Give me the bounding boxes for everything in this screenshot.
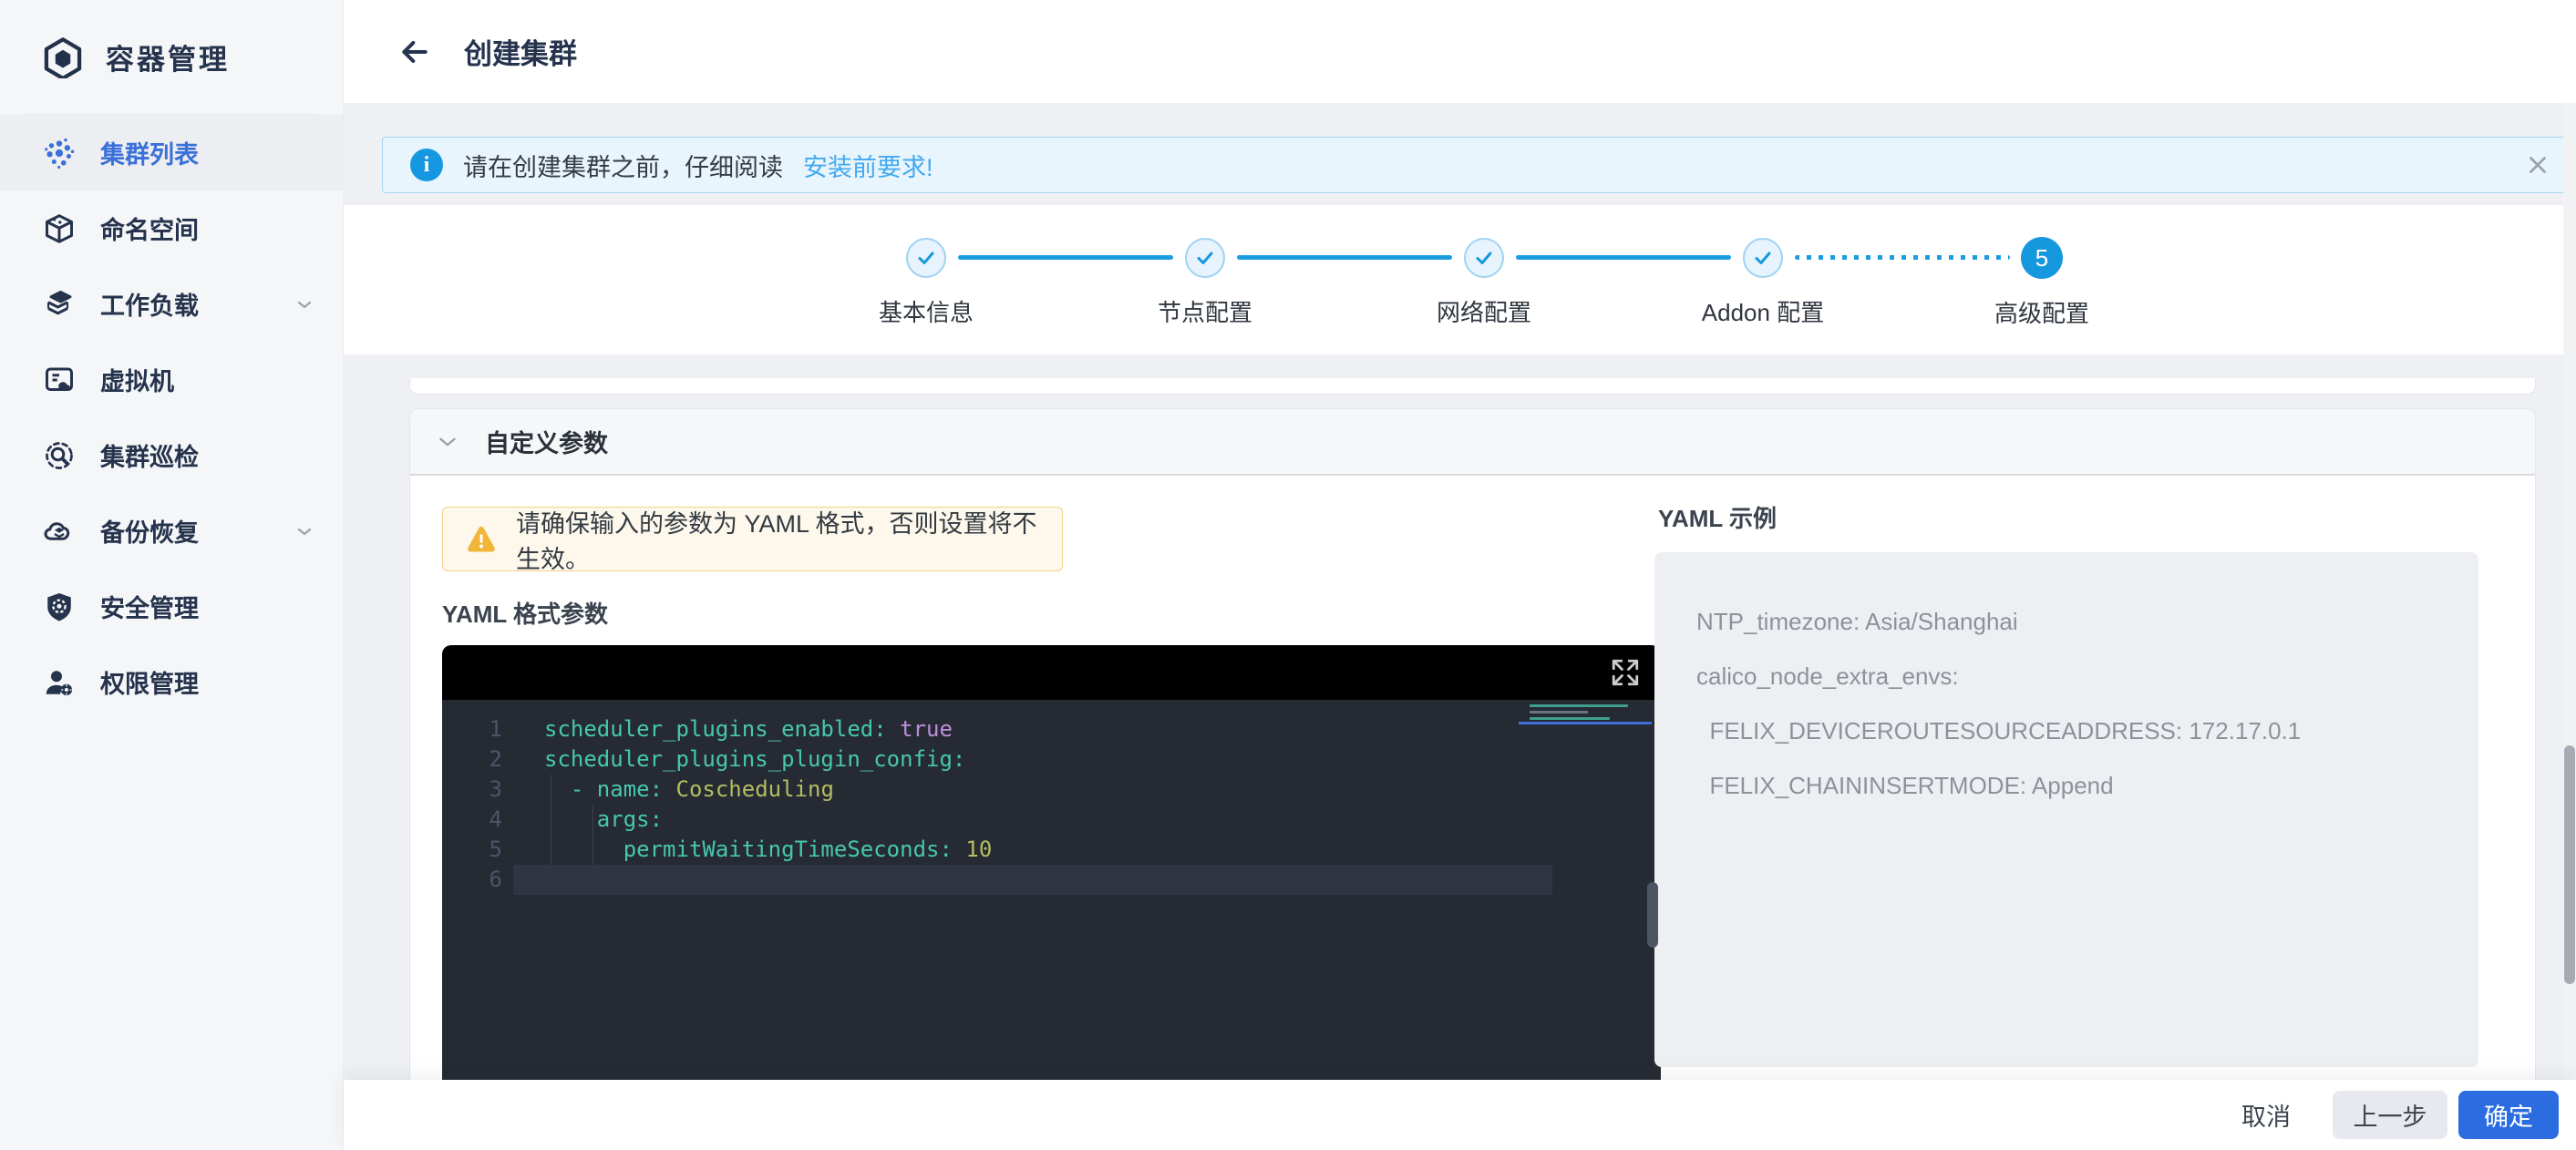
- step-basic-info[interactable]: 基本信息: [787, 238, 1066, 329]
- sidebar-item-security[interactable]: 安全管理: [0, 569, 343, 644]
- code-line: scheduler_plugins_enabled: true: [544, 714, 992, 744]
- custom-params-card: 自定义参数 请确保输入的参数为 YAML 格式，否则设置将不生效。 YAM: [409, 408, 2536, 1150]
- app-logo-row: 容器管理: [0, 0, 343, 114]
- example-line: NTP_timezone: Asia/Shanghai: [1696, 594, 2478, 649]
- permission-user-icon: [42, 665, 77, 700]
- step-label: 节点配置: [1158, 294, 1252, 328]
- sidebar-item-vm[interactable]: 虚拟机: [0, 342, 343, 417]
- sidebar-item-inspection[interactable]: 集群巡检: [0, 417, 343, 493]
- info-icon: i: [410, 149, 443, 181]
- steps-band: 基本信息 节点配置 网络配置: [344, 205, 2576, 354]
- yaml-editor: 1 2 3 4 5 6 scheduler_plugins_enabled: t…: [442, 645, 1661, 1150]
- backup-cloud-icon: [42, 514, 77, 549]
- step-done-icon: [1743, 238, 1783, 278]
- collapse-chevron-icon: [436, 430, 459, 454]
- sidebar-item-backup[interactable]: 备份恢复: [0, 493, 343, 569]
- page-content: i 请在创建集群之前，仔细阅读 安装前要求! 基本信息: [344, 103, 2576, 1150]
- minimap: [1530, 704, 1639, 724]
- page-header: 创建集群: [344, 0, 2576, 103]
- back-button[interactable]: [395, 32, 435, 72]
- banner-text: 请在创建集群之前，仔细阅读: [463, 148, 783, 183]
- info-banner: i 请在创建集群之前，仔细阅读 安装前要求!: [382, 137, 2576, 193]
- minimap-viewport: [1519, 722, 1652, 724]
- previous-step-button[interactable]: 上一步: [2333, 1091, 2447, 1139]
- app-title: 容器管理: [106, 36, 230, 77]
- cancel-button[interactable]: 取消: [2221, 1091, 2311, 1139]
- previous-card-bottom: [409, 378, 2536, 395]
- step-advanced-config[interactable]: 5 高级配置: [1902, 238, 2181, 329]
- custom-params-body: 请确保输入的参数为 YAML 格式，否则设置将不生效。 YAML 格式参数: [410, 476, 2535, 1150]
- namespace-cube-icon: [42, 211, 77, 246]
- sidebar-item-label: 工作负载: [100, 286, 199, 322]
- sidebar-item-label: 集群列表: [100, 135, 199, 170]
- step-done-icon: [1185, 238, 1225, 278]
- step-current-circle: 5: [2021, 237, 2063, 279]
- code-line: - name: Coscheduling: [544, 775, 992, 805]
- yaml-format-warning: 请确保输入的参数为 YAML 格式，否则设置将不生效。: [442, 507, 1063, 571]
- sidebar-item-label: 集群巡检: [100, 437, 199, 473]
- step-done-icon: [1464, 238, 1504, 278]
- yaml-example-panel: YAML 示例 NTP_timezone: Asia/Shanghai cali…: [1658, 500, 2482, 1067]
- step-number: 5: [2035, 244, 2048, 272]
- sidebar-item-label: 权限管理: [100, 664, 199, 700]
- example-line: FELIX_CHAININSERTMODE: Append: [1696, 758, 2478, 813]
- workload-layers-icon: [42, 287, 77, 322]
- pre-install-requirements-link[interactable]: 安装前要求!: [803, 148, 933, 183]
- editor-scrollbar-thumb[interactable]: [1647, 882, 1658, 948]
- code-line: args:: [544, 805, 992, 835]
- sidebar-item-label: 虚拟机: [100, 362, 174, 397]
- vm-icon: [42, 363, 77, 397]
- step-done-icon: [906, 238, 946, 278]
- fullscreen-icon[interactable]: [1610, 657, 1641, 688]
- step-label: Addon 配置: [1702, 294, 1824, 328]
- close-icon[interactable]: [2524, 151, 2551, 179]
- editor-toolbar: [442, 645, 1661, 700]
- sidebar-item-cluster-list[interactable]: 集群列表: [0, 115, 343, 190]
- yaml-example-box: NTP_timezone: Asia/Shanghai calico_node_…: [1654, 552, 2478, 1067]
- chevron-down-icon: [294, 293, 315, 315]
- step-node-config[interactable]: 节点配置: [1066, 238, 1345, 329]
- footer-action-bar: 取消 上一步 确定: [344, 1080, 2576, 1150]
- section-title: 自定义参数: [485, 424, 608, 459]
- sidebar: 容器管理 集群列表 命名空间: [0, 0, 344, 1150]
- sidebar-item-label: 安全管理: [100, 589, 199, 624]
- sidebar-nav: 集群列表 命名空间 工作负载: [0, 115, 343, 720]
- cluster-dots-icon: [42, 136, 77, 170]
- step-addon-config[interactable]: Addon 配置: [1623, 238, 1902, 329]
- example-line: FELIX_DEVICEROUTESOURCEADDRESS: 172.17.0…: [1696, 703, 2478, 758]
- chevron-down-icon: [294, 520, 315, 542]
- step-network-config[interactable]: 网络配置: [1345, 238, 1623, 329]
- step-label: 高级配置: [1994, 295, 2089, 329]
- code-line: permitWaitingTimeSeconds: 10: [544, 835, 992, 865]
- step-label: 网络配置: [1437, 294, 1531, 328]
- warning-text: 请确保输入的参数为 YAML 格式，否则设置将不生效。: [516, 504, 1040, 575]
- example-line: calico_node_extra_envs:: [1696, 649, 2478, 703]
- sidebar-item-workloads[interactable]: 工作负载: [0, 266, 343, 342]
- sidebar-item-namespace[interactable]: 命名空间: [0, 190, 343, 266]
- sidebar-item-label: 命名空间: [100, 210, 199, 246]
- page-scrollbar-track: [2563, 103, 2576, 1150]
- step-label: 基本信息: [879, 294, 974, 328]
- example-label: YAML 示例: [1658, 500, 2482, 534]
- sidebar-item-permission[interactable]: 权限管理: [0, 644, 343, 720]
- page-title: 创建集群: [464, 31, 577, 72]
- code-line: [544, 865, 992, 895]
- inspection-icon: [42, 438, 77, 473]
- code-line: scheduler_plugins_plugin_config:: [544, 744, 992, 775]
- confirm-button[interactable]: 确定: [2458, 1091, 2559, 1139]
- security-shield-icon: [42, 590, 77, 624]
- page-scrollbar-thumb[interactable]: [2564, 745, 2575, 984]
- step-wizard: 基本信息 节点配置 网络配置: [787, 238, 2181, 329]
- warning-icon: [465, 523, 498, 556]
- custom-params-header[interactable]: 自定义参数: [410, 409, 2535, 476]
- sidebar-item-label: 备份恢复: [100, 513, 199, 549]
- app-logo-icon: [42, 36, 84, 78]
- main-area: 创建集群 i 请在创建集群之前，仔细阅读 安装前要求! 基本信息: [344, 0, 2576, 1150]
